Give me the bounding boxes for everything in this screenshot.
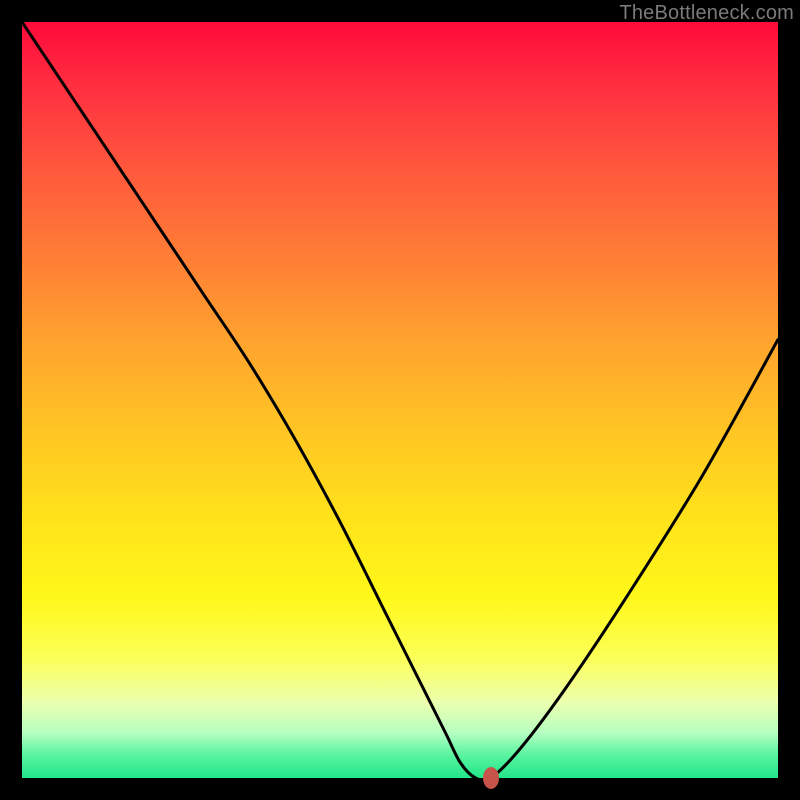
curve-path xyxy=(22,22,778,781)
chart-frame: TheBottleneck.com xyxy=(0,0,800,800)
bottleneck-curve xyxy=(22,22,778,778)
plot-area xyxy=(22,22,778,778)
bottleneck-marker xyxy=(483,767,499,789)
